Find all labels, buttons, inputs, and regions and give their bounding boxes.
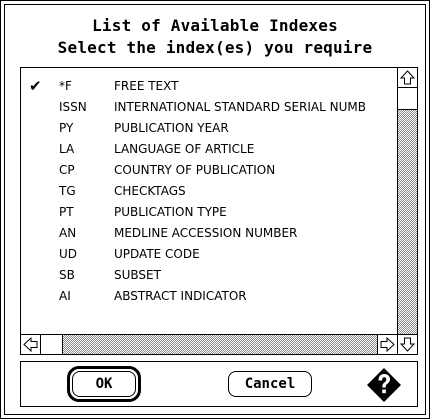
- cancel-button[interactable]: Cancel: [228, 371, 312, 397]
- index-description: PUBLICATION YEAR: [114, 121, 229, 135]
- index-description: INTERNATIONAL STANDARD SERIAL NUMB: [114, 100, 366, 114]
- index-description: MEDLINE ACCESSION NUMBER: [114, 226, 298, 240]
- dialog-title: List of Available Indexes: [92, 16, 338, 35]
- list-item[interactable]: AI ABSTRACT INDICATOR: [21, 286, 397, 307]
- vertical-scrollbar[interactable]: [397, 68, 417, 336]
- scroll-right-arrow-icon[interactable]: [377, 335, 397, 354]
- list-item[interactable]: LA LANGUAGE OF ARTICLE: [21, 139, 397, 160]
- scroll-left-arrow-icon[interactable]: [21, 335, 41, 354]
- index-code: LA: [59, 142, 75, 156]
- index-list: ✔ *F FREE TEXT ISSN INTERNATIONAL STANDARD S…: [21, 76, 397, 307]
- index-code: PT: [59, 205, 74, 219]
- list-item[interactable]: CP COUNTRY OF PUBLICATION: [21, 160, 397, 181]
- index-description: CHECKTAGS: [114, 184, 186, 198]
- list-item[interactable]: PT PUBLICATION TYPE: [21, 202, 397, 223]
- list-item[interactable]: ISSN INTERNATIONAL STANDARD SERIAL NUMB: [21, 97, 397, 118]
- checkmark-icon: ✔: [29, 77, 42, 95]
- index-code: AI: [59, 289, 71, 303]
- index-code: UD: [59, 247, 78, 261]
- index-description: LANGUAGE OF ARTICLE: [114, 142, 255, 156]
- index-code: SB: [59, 268, 75, 282]
- index-description: SUBSET: [114, 268, 161, 282]
- horizontal-scroll-thumb[interactable]: [41, 335, 63, 354]
- index-list-box[interactable]: ✔ *F FREE TEXT ISSN INTERNATIONAL STANDARD S…: [20, 67, 418, 355]
- index-description: COUNTRY OF PUBLICATION: [114, 163, 276, 177]
- index-code: *F: [59, 79, 72, 93]
- vertical-scroll-thumb[interactable]: [398, 88, 417, 110]
- list-item[interactable]: SB SUBSET: [21, 265, 397, 286]
- index-code: PY: [59, 121, 74, 135]
- index-code: AN: [59, 226, 77, 240]
- index-code: ISSN: [59, 100, 87, 114]
- list-item[interactable]: PY PUBLICATION YEAR: [21, 118, 397, 139]
- ok-button[interactable]: OK: [72, 371, 136, 397]
- scroll-up-arrow-icon[interactable]: [398, 68, 417, 88]
- index-description: ABSTRACT INDICATOR: [114, 289, 247, 303]
- index-code: CP: [59, 163, 75, 177]
- button-bar: OK Cancel: [20, 361, 418, 407]
- index-code: TG: [59, 184, 76, 198]
- index-description: UPDATE CODE: [114, 247, 200, 261]
- index-description: FREE TEXT: [114, 79, 179, 93]
- list-item[interactable]: TG CHECKTAGS: [21, 181, 397, 202]
- list-item[interactable]: AN MEDLINE ACCESSION NUMBER: [21, 223, 397, 244]
- dialog-subtitle: Select the index(es) you require: [57, 38, 373, 57]
- scroll-down-arrow-icon[interactable]: [397, 334, 417, 354]
- index-description: PUBLICATION TYPE: [114, 205, 227, 219]
- help-diamond-question-icon[interactable]: [365, 366, 403, 404]
- list-item[interactable]: UD UPDATE CODE: [21, 244, 397, 265]
- list-item[interactable]: ✔ *F FREE TEXT: [21, 76, 397, 97]
- horizontal-scrollbar[interactable]: [21, 334, 397, 354]
